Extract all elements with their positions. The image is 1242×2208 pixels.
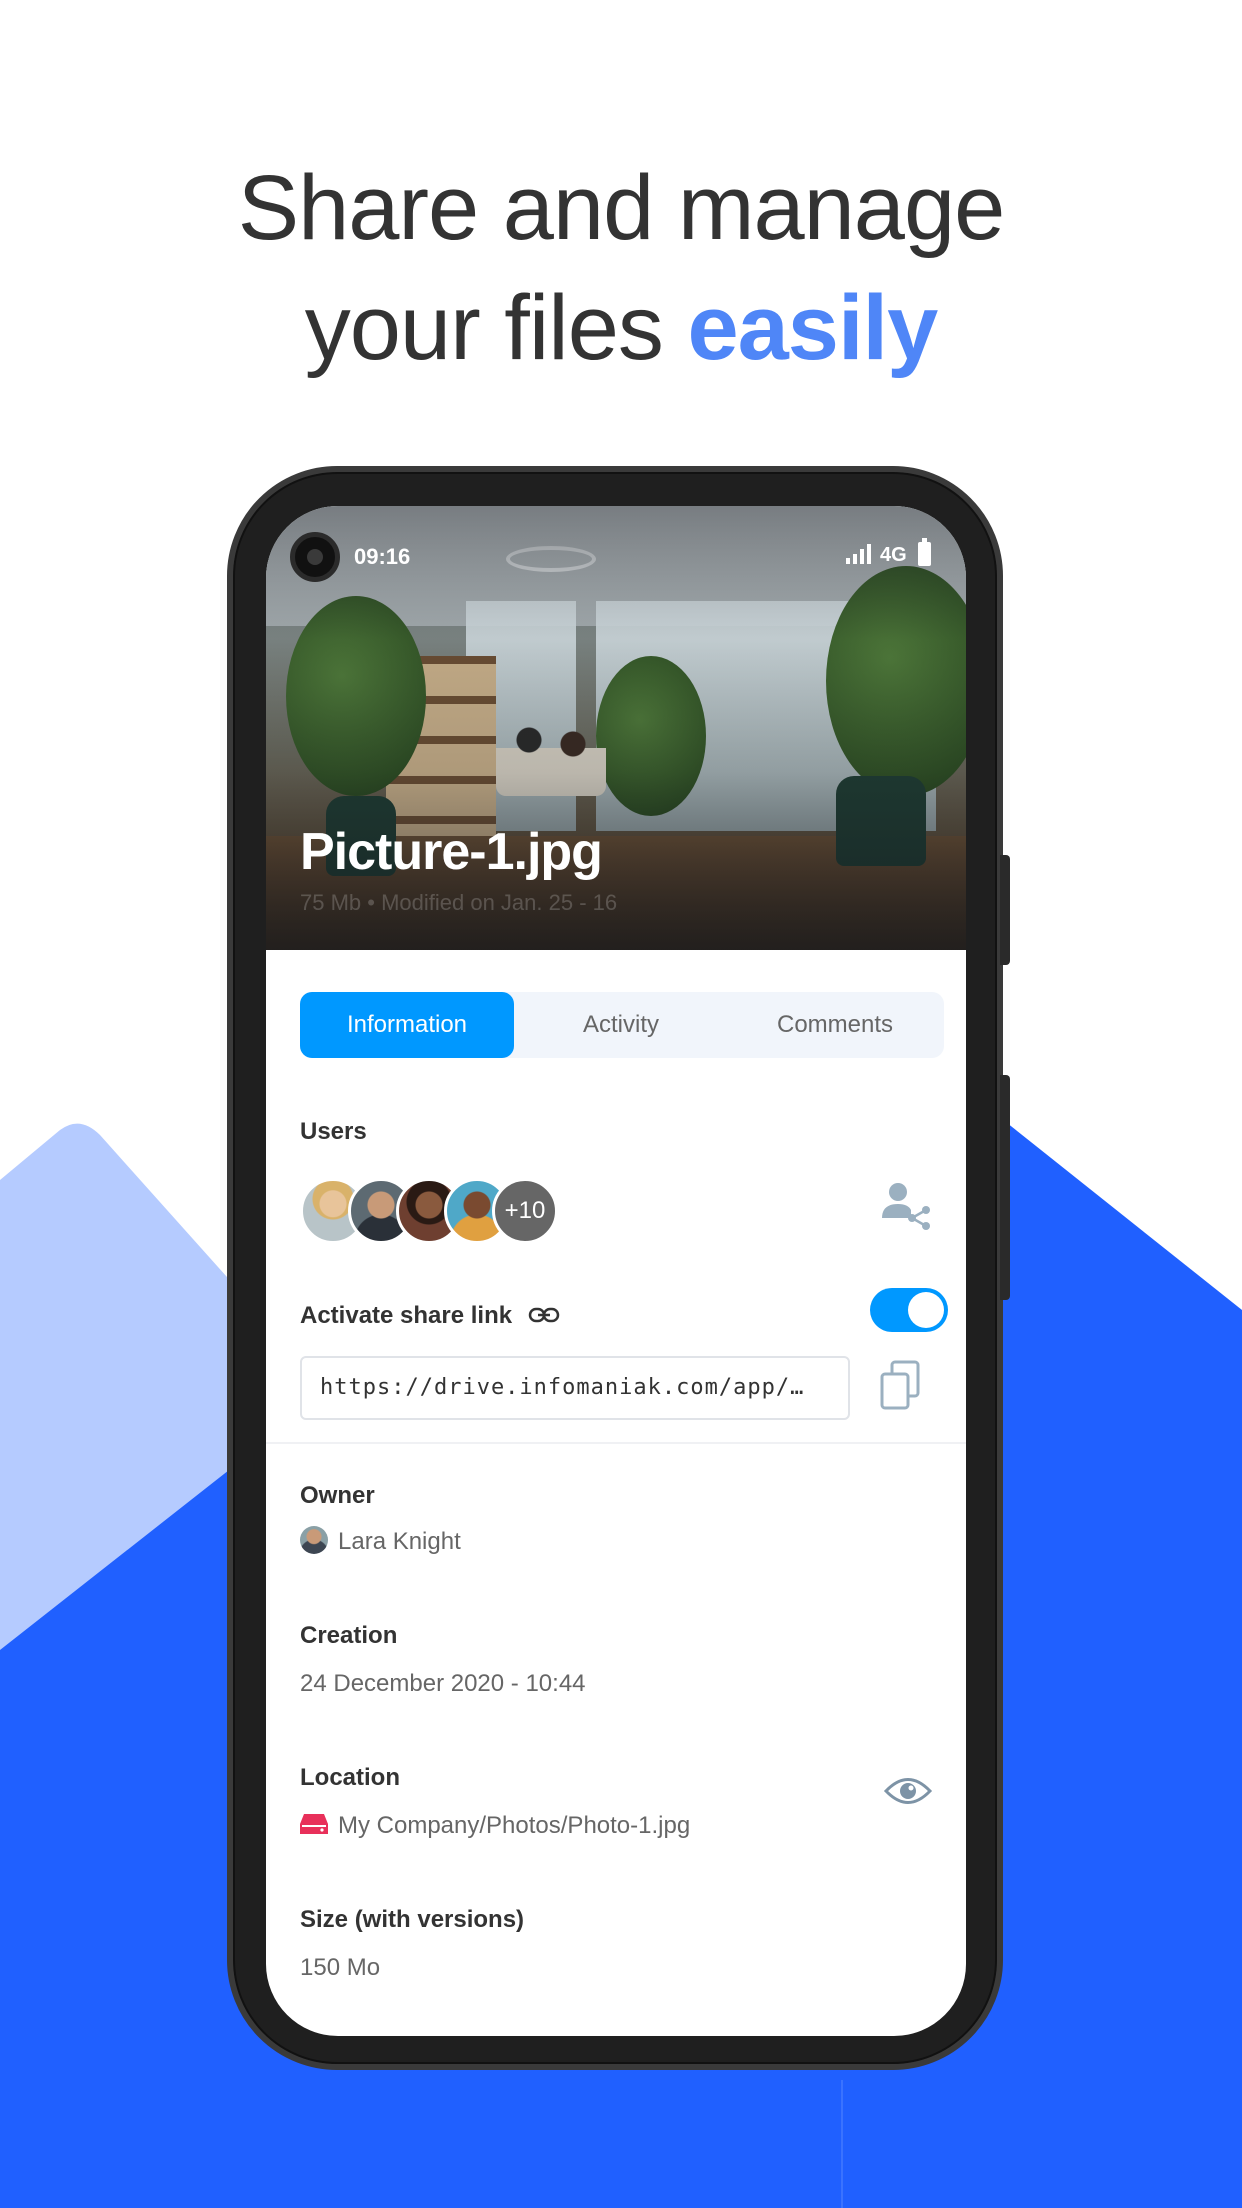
headline-accent: easily bbox=[687, 277, 938, 379]
share-link-label: Activate share link bbox=[300, 1302, 513, 1329]
section-divider bbox=[266, 1442, 966, 1444]
location-value: My Company/Photos/Photo-1.jpg bbox=[338, 1812, 691, 1839]
battery-icon bbox=[918, 538, 931, 566]
phone-power-button bbox=[1000, 1075, 1010, 1300]
copy-icon[interactable] bbox=[878, 1360, 922, 1410]
tab-activity[interactable]: Activity bbox=[514, 992, 728, 1058]
phone-screen: 09:16 4G Picture-1.jpg 75 Mb • Modified … bbox=[266, 506, 966, 2036]
file-meta: 75 Mb • Modified on Jan. 25 - 16 bbox=[300, 890, 618, 915]
share-user-icon[interactable] bbox=[878, 1178, 932, 1232]
phone-volume-button bbox=[1000, 855, 1010, 965]
tab-information[interactable]: Information bbox=[300, 992, 514, 1058]
tab-comments[interactable]: Comments bbox=[728, 992, 942, 1058]
promo-screen: Share and manage your files easily 09:16 bbox=[0, 0, 1242, 2208]
info-tabs: Information Activity Comments bbox=[300, 992, 944, 1058]
file-name: Picture-1.jpg bbox=[300, 823, 603, 881]
headline-line-1: Share and manage bbox=[237, 157, 1006, 259]
network-type: 4G bbox=[880, 544, 907, 566]
headline: Share and manage your files easily bbox=[0, 148, 1242, 388]
camera-icon bbox=[290, 532, 340, 582]
file-preview-image: 09:16 4G Picture-1.jpg 75 Mb • Modified … bbox=[266, 506, 966, 950]
share-link-url-field[interactable]: https://drive.infomaniak.com/app/… bbox=[300, 1356, 850, 1420]
status-bar: 09:16 4G bbox=[266, 506, 966, 596]
link-icon bbox=[528, 1307, 560, 1323]
creation-value: 24 December 2020 - 10:44 bbox=[300, 1670, 586, 1697]
eye-icon[interactable] bbox=[884, 1774, 932, 1808]
users-label: Users bbox=[300, 1118, 367, 1145]
share-link-toggle[interactable] bbox=[870, 1288, 948, 1332]
signal-icon bbox=[846, 544, 871, 564]
user-avatars[interactable]: +10 bbox=[300, 1178, 570, 1244]
size-label: Size (with versions) bbox=[300, 1906, 525, 1933]
headline-line-2-prefix: your files bbox=[304, 277, 688, 379]
location-label: Location bbox=[300, 1764, 400, 1791]
size-value: 150 Mo bbox=[300, 1954, 381, 1981]
drive-icon bbox=[300, 1814, 328, 1834]
status-time: 09:16 bbox=[354, 544, 411, 569]
creation-label: Creation bbox=[300, 1622, 398, 1649]
headline-line-2: your files easily bbox=[0, 268, 1242, 388]
owner-avatar bbox=[300, 1526, 328, 1554]
owner-label: Owner bbox=[300, 1482, 375, 1509]
more-users-badge[interactable]: +10 bbox=[492, 1178, 558, 1244]
owner-name: Lara Knight bbox=[338, 1528, 461, 1555]
